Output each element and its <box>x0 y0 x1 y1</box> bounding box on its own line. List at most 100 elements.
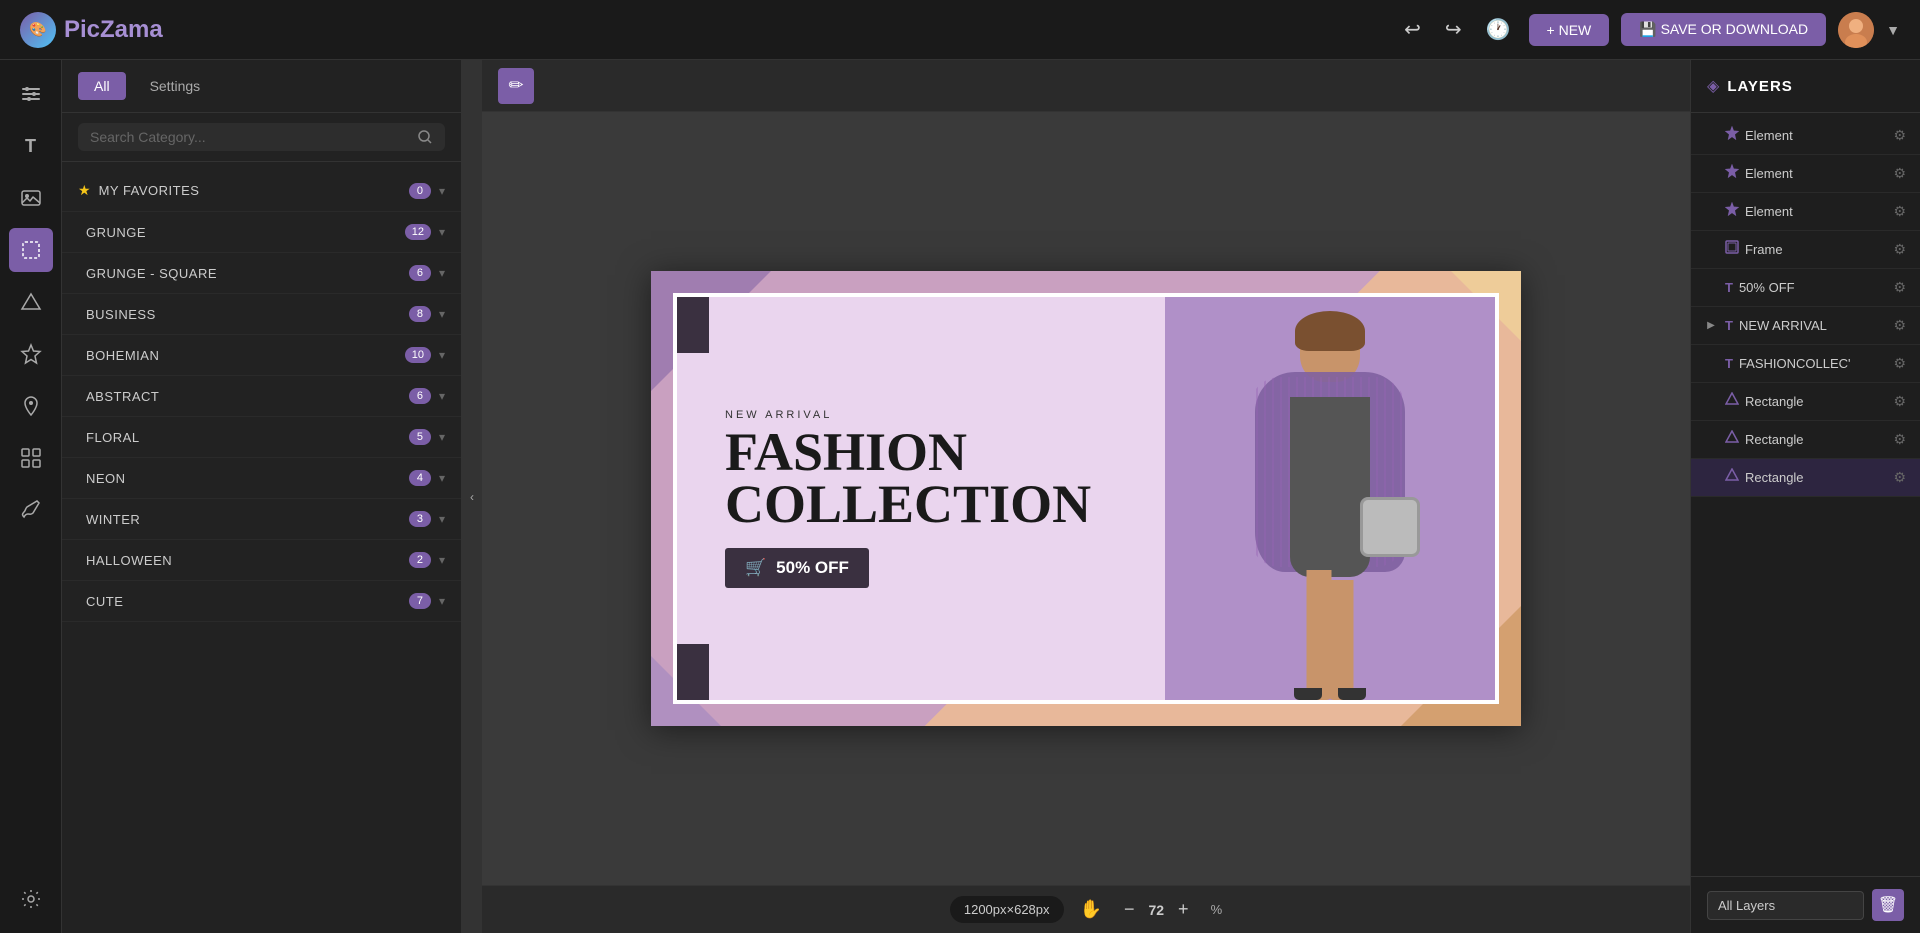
layer-name: Rectangle <box>1745 394 1885 409</box>
canvas-statusbar: 1200px×628px ✋ − 72 + % <box>482 885 1690 933</box>
layers-scope-select[interactable]: All Layers <box>1707 891 1864 920</box>
cta-button: 🛒 50% OFF <box>725 548 869 588</box>
layer-type-icon <box>1725 164 1739 178</box>
canvas-main[interactable]: NEW ARRIVAL FASHION COLLECTION 🛒 50% OFF <box>482 112 1690 885</box>
layer-type-icon-wrap: T <box>1725 355 1733 373</box>
layer-settings-button[interactable]: ⚙ <box>1891 277 1908 298</box>
design-canvas: NEW ARRIVAL FASHION COLLECTION 🛒 50% OFF <box>651 271 1521 726</box>
rail-image-button[interactable] <box>9 176 53 220</box>
search-input-wrap <box>78 123 445 151</box>
layer-type-icon-wrap <box>1725 164 1739 183</box>
canvas-size-badge: 1200px×628px <box>950 896 1064 923</box>
layer-expand-btn[interactable]: ▶ <box>1703 318 1719 334</box>
layer-expand-btn <box>1703 204 1719 220</box>
right-panel: ◈ LAYERS Element ⚙ Element ⚙ Element ⚙ F… <box>1690 60 1920 933</box>
tab-all[interactable]: All <box>78 72 126 100</box>
category-item-abstract[interactable]: ABSTRACT 6 ▾ <box>62 376 461 417</box>
layer-type-icon <box>1725 202 1739 216</box>
category-item-cute[interactable]: CUTE 7 ▾ <box>62 581 461 622</box>
category-item-business[interactable]: BUSINESS 8 ▾ <box>62 294 461 335</box>
tab-settings[interactable]: Settings <box>134 72 217 100</box>
rail-select-button[interactable] <box>9 228 53 272</box>
category-item-grunge-square[interactable]: GRUNGE - SQUARE 6 ▾ <box>62 253 461 294</box>
layer-item-text-50off[interactable]: T 50% OFF ⚙ <box>1691 269 1920 307</box>
hand-tool-icon[interactable]: ✋ <box>1080 899 1102 920</box>
category-name: ABSTRACT <box>86 389 409 404</box>
layer-type-icon-wrap: T <box>1725 279 1733 297</box>
layer-item-frame1[interactable]: Frame ⚙ <box>1691 231 1920 269</box>
delete-layer-button[interactable]: 🗑 <box>1872 889 1904 921</box>
layer-name: Rectangle <box>1745 432 1885 447</box>
save-button[interactable]: 💾 SAVE OR DOWNLOAD <box>1621 13 1826 46</box>
category-badge: 7 <box>409 593 431 609</box>
category-item-floral[interactable]: FLORAL 5 ▾ <box>62 417 461 458</box>
rail-adjust-button[interactable] <box>9 72 53 116</box>
layer-settings-button[interactable]: ⚙ <box>1891 353 1908 374</box>
rail-brush-button[interactable] <box>9 488 53 532</box>
chevron-icon: ▾ <box>439 307 445 321</box>
layer-type-icon-wrap <box>1725 126 1739 145</box>
layer-item-element2[interactable]: Element ⚙ <box>1691 155 1920 193</box>
layer-settings-button[interactable]: ⚙ <box>1891 467 1908 488</box>
avatar[interactable] <box>1838 12 1874 48</box>
layer-item-element3[interactable]: Element ⚙ <box>1691 193 1920 231</box>
category-item-neon[interactable]: NEON 4 ▾ <box>62 458 461 499</box>
category-badge: 2 <box>409 552 431 568</box>
avatar-dropdown-icon[interactable]: ▼ <box>1886 22 1900 38</box>
app-logo: 🎨 PicZama <box>20 12 163 48</box>
rail-location-button[interactable] <box>9 384 53 428</box>
new-button[interactable]: + NEW <box>1529 14 1610 46</box>
layer-item-rect1[interactable]: Rectangle ⚙ <box>1691 383 1920 421</box>
layer-type-icon-wrap <box>1725 430 1739 449</box>
layer-item-text-newarrival[interactable]: ▶ T NEW ARRIVAL ⚙ <box>1691 307 1920 345</box>
layer-type-icon <box>1725 240 1739 254</box>
category-item-bohemian[interactable]: BOHEMIAN 10 ▾ <box>62 335 461 376</box>
layer-settings-button[interactable]: ⚙ <box>1891 201 1908 222</box>
layer-expand-btn <box>1703 356 1719 372</box>
panel-toggle[interactable]: ‹ <box>462 60 482 933</box>
categories-list: ★ MY FAVORITES 0 ▾ GRUNGE 12 ▾ GRUNGE - … <box>62 162 461 933</box>
layer-type-icon: T <box>1725 318 1733 333</box>
category-name: BUSINESS <box>86 307 409 322</box>
layer-settings-button[interactable]: ⚙ <box>1891 429 1908 450</box>
category-badge: 4 <box>409 470 431 486</box>
layer-item-rect3[interactable]: Rectangle ⚙ <box>1691 459 1920 497</box>
category-badge: 10 <box>405 347 431 363</box>
search-input[interactable] <box>90 129 409 145</box>
layer-settings-button[interactable]: ⚙ <box>1891 125 1908 146</box>
zoom-out-button[interactable]: − <box>1118 897 1141 922</box>
layer-item-text-fashioncollec[interactable]: T FASHIONCOLLEC' ⚙ <box>1691 345 1920 383</box>
history-button[interactable]: 🕐 <box>1480 11 1517 48</box>
rail-text-button[interactable]: T <box>9 124 53 168</box>
zoom-value: 72 <box>1148 902 1164 918</box>
cart-icon: 🛒 <box>745 558 766 578</box>
chevron-icon: ▾ <box>439 266 445 280</box>
layer-settings-button[interactable]: ⚙ <box>1891 315 1908 336</box>
category-item-halloween[interactable]: HALLOWEEN 2 ▾ <box>62 540 461 581</box>
title-line2-text: COLLECTION <box>725 479 1137 530</box>
title-line1-text: FASHION <box>725 427 1137 478</box>
layer-settings-button[interactable]: ⚙ <box>1891 391 1908 412</box>
chevron-icon: ▾ <box>439 553 445 567</box>
category-item-grunge[interactable]: GRUNGE 12 ▾ <box>62 212 461 253</box>
rail-settings-button[interactable] <box>9 877 53 921</box>
layer-expand-btn <box>1703 280 1719 296</box>
layer-item-rect2[interactable]: Rectangle ⚙ <box>1691 421 1920 459</box>
rail-shapes-button[interactable] <box>9 280 53 324</box>
redo-button[interactable]: ↪ <box>1439 11 1468 48</box>
category-item-favorites[interactable]: ★ MY FAVORITES 0 ▾ <box>62 170 461 212</box>
zoom-in-button[interactable]: + <box>1172 897 1195 922</box>
category-badge: 8 <box>409 306 431 322</box>
layer-type-icon-wrap <box>1725 240 1739 259</box>
category-name: WINTER <box>86 512 409 527</box>
chevron-icon: ▾ <box>439 348 445 362</box>
canvas-area: ✏ <box>482 60 1690 933</box>
chevron-icon: ▾ <box>439 184 445 198</box>
layer-settings-button[interactable]: ⚙ <box>1891 163 1908 184</box>
undo-button[interactable]: ↩ <box>1398 11 1427 48</box>
category-item-winter[interactable]: WINTER 3 ▾ <box>62 499 461 540</box>
rail-grid-button[interactable] <box>9 436 53 480</box>
rail-star-button[interactable] <box>9 332 53 376</box>
layer-settings-button[interactable]: ⚙ <box>1891 239 1908 260</box>
layer-item-element1[interactable]: Element ⚙ <box>1691 117 1920 155</box>
